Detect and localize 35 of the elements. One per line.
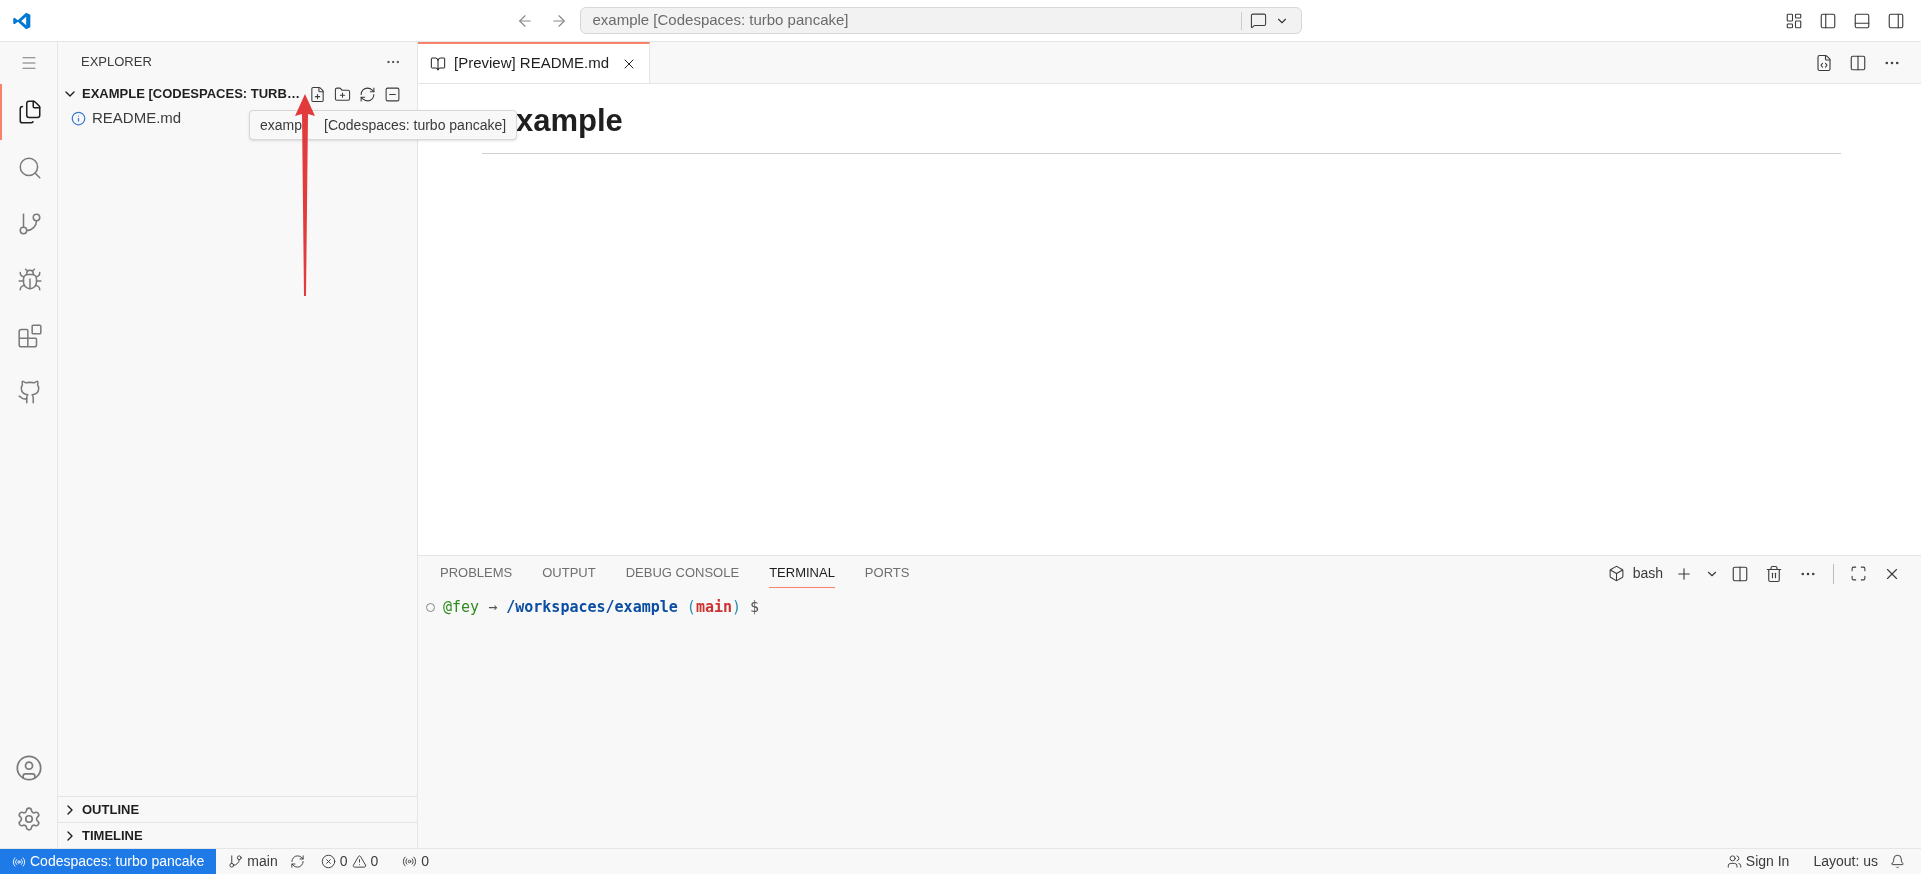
remote-icon xyxy=(12,854,26,869)
preview-heading: xample xyxy=(516,102,623,140)
file-name: README.md xyxy=(92,107,182,128)
tooltip-text: [Codespaces: turbo pancake] xyxy=(324,115,507,135)
editor-tab[interactable]: [Preview] README.md xyxy=(418,42,651,83)
problems-indicator[interactable]: 0 0 xyxy=(304,851,395,872)
panel-tab[interactable]: TERMINAL xyxy=(769,559,835,588)
info-icon xyxy=(71,110,86,126)
terminal-name[interactable]: bash xyxy=(1632,563,1663,584)
sidebar-title: EXPLORER xyxy=(81,53,152,72)
command-center[interactable]: example [Codespaces: turbo pancake] xyxy=(579,7,1302,34)
terminal-prompt: @fey → /workspaces/example (main) $ xyxy=(443,597,760,618)
tab-label: [Preview] README.md xyxy=(454,53,610,74)
section-name: OUTLINE xyxy=(82,800,140,819)
people-icon xyxy=(1726,854,1742,869)
notifications-icon[interactable] xyxy=(1890,854,1905,869)
app-logo-icon xyxy=(12,10,32,31)
sync-icon[interactable] xyxy=(289,854,305,869)
preview-icon xyxy=(430,55,446,72)
sign-in-button[interactable]: Sign In xyxy=(1714,851,1802,872)
ports-indicator[interactable]: 0 xyxy=(394,851,438,872)
remote-name: Codespaces: turbo pancake xyxy=(30,852,205,871)
chat-icon[interactable] xyxy=(1249,12,1267,29)
tooltip-text: examp xyxy=(260,115,303,135)
panel-tab[interactable]: OUTPUT xyxy=(542,559,596,588)
keyboard-layout[interactable]: Layout: us xyxy=(1801,851,1890,872)
section-header[interactable]: OUTLINE xyxy=(58,796,417,822)
sign-in-label: Sign In xyxy=(1745,852,1790,871)
branch-indicator[interactable]: main xyxy=(216,851,290,872)
section-name: TIMELINE xyxy=(82,826,143,845)
terminal-icon xyxy=(1607,565,1625,582)
remote-indicator[interactable]: Codespaces: turbo pancake xyxy=(0,849,217,874)
panel-tab[interactable]: PROBLEMS xyxy=(440,559,513,588)
panel-tab[interactable]: DEBUG CONSOLE xyxy=(625,559,740,588)
panel-tab[interactable]: PORTS xyxy=(864,559,910,588)
